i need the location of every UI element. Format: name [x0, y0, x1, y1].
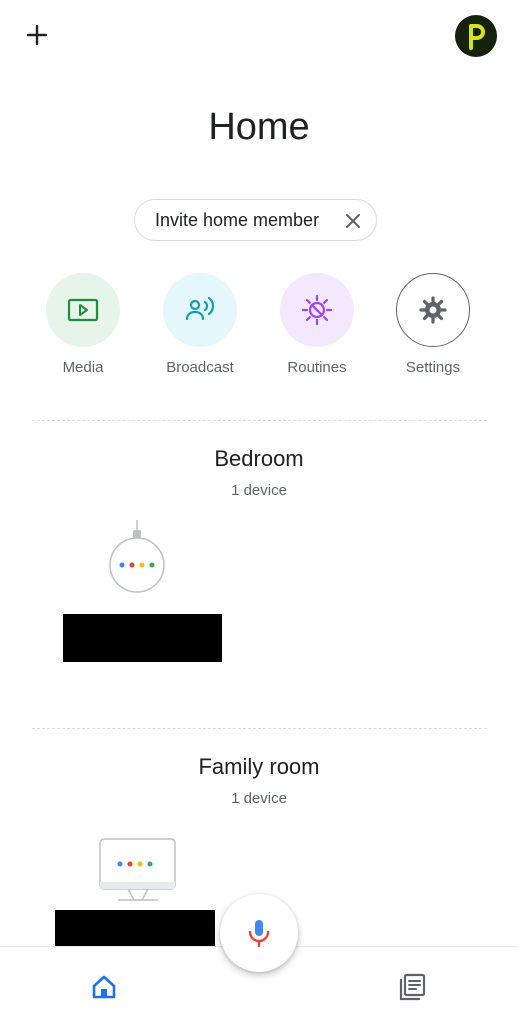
avatar[interactable]	[455, 15, 497, 57]
routines-label: Routines	[287, 359, 347, 376]
media-circle[interactable]	[46, 273, 120, 347]
media-button[interactable]: Media	[33, 273, 133, 376]
settings-button[interactable]: Settings	[383, 273, 483, 376]
broadcast-label: Broadcast	[166, 359, 234, 376]
display-device-tile[interactable]	[98, 838, 178, 904]
close-icon[interactable]	[342, 210, 364, 232]
plus-icon	[26, 24, 48, 46]
routines-sun-icon	[301, 294, 333, 326]
broadcast-person-icon	[185, 296, 215, 321]
add-button[interactable]	[22, 20, 52, 50]
redacted-device-name	[55, 910, 215, 946]
display-icon	[99, 838, 176, 901]
room-device-count: 1 device	[231, 790, 287, 807]
invite-home-member-chip[interactable]: Invite home member	[134, 199, 377, 241]
nav-home-tab[interactable]	[88, 971, 120, 1003]
nav-feed-tab[interactable]	[396, 971, 428, 1003]
broadcast-circle[interactable]	[163, 273, 237, 347]
page-title: Home	[208, 106, 310, 148]
room-title-bedroom[interactable]: Bedroom	[0, 446, 518, 472]
media-label: Media	[62, 359, 104, 376]
home-icon	[92, 975, 116, 999]
broadcast-button[interactable]: Broadcast	[150, 273, 250, 376]
room-device-count: 1 device	[231, 482, 287, 499]
settings-label: Settings	[405, 359, 461, 376]
speaker-device-tile[interactable]	[104, 518, 170, 598]
mic-icon	[248, 920, 270, 948]
speaker-icon	[109, 520, 165, 593]
avatar-letter-p	[469, 24, 485, 50]
feed-icon	[399, 973, 426, 1001]
play-screen-icon	[67, 298, 99, 322]
settings-circle[interactable]	[396, 273, 470, 347]
gear-icon	[419, 296, 447, 324]
routines-circle[interactable]	[280, 273, 354, 347]
room-title-family-room[interactable]: Family room	[0, 754, 518, 780]
redacted-device-name	[63, 614, 222, 662]
invite-chip-label: Invite home member	[155, 209, 320, 230]
mic-button[interactable]	[220, 894, 298, 972]
section-divider	[32, 728, 487, 729]
section-divider	[32, 420, 487, 421]
routines-button[interactable]: Routines	[267, 273, 367, 376]
